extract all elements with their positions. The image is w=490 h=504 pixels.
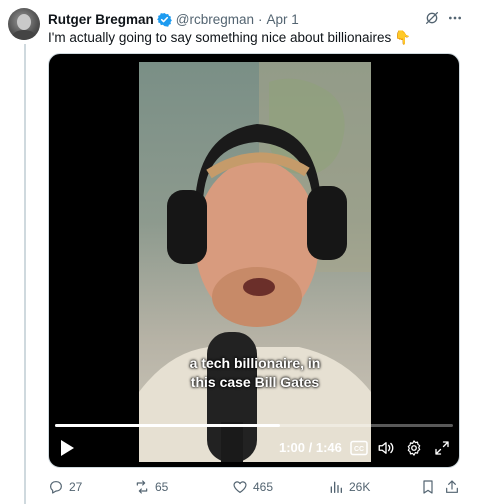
like-count: 465 [253,480,274,494]
author-handle[interactable]: @rcbregman [176,12,254,27]
reply-icon [50,481,62,494]
caption-line-2: this case Bill Gates [190,374,320,390]
reply-button[interactable]: 27 [48,476,82,498]
avatar-face [17,14,31,30]
repost-button[interactable]: 65 [134,476,168,498]
avatar-body [12,30,36,40]
views-chart-icon [330,481,342,493]
video-caption: a tech billionaire, in this case Bill Ga… [139,354,371,392]
bookmark-button[interactable] [420,476,441,498]
separator-dot: · [258,11,263,27]
share-button[interactable] [444,476,465,498]
heart-icon [233,481,247,493]
tweet-actions: 27 65 465 26K [48,476,460,498]
verified-badge-icon [156,12,172,27]
like-button[interactable]: 465 [232,476,273,498]
cc-label: CC [354,446,364,453]
bookmark-icon [423,480,433,494]
tweet-header: Rutger Bregman @rcbregman · Apr 1 [48,10,299,28]
settings-gear-icon[interactable] [405,439,423,457]
closed-captions-icon[interactable]: CC [350,440,368,456]
tweet-date[interactable]: Apr 1 [267,12,299,27]
repost-icon [136,480,148,494]
author-name[interactable]: Rutger Bregman [48,12,154,27]
grok-icon[interactable] [424,10,440,26]
volume-icon[interactable] [377,439,395,457]
view-count: 26K [349,480,371,494]
progress-bar[interactable] [55,424,453,427]
caption-line-1: a tech billionaire, in [189,355,321,371]
tweet-text: I'm actually going to say something nice… [48,30,411,46]
pointing-down-emoji: 👇 [394,30,412,45]
video-player[interactable]: a tech billionaire, in this case Bill Ga… [48,53,460,468]
video-time: 1:00 / 1:46 [279,440,342,455]
more-options-icon[interactable] [447,10,463,26]
video-frame[interactable]: a tech billionaire, in this case Bill Ga… [139,62,371,462]
repost-count: 65 [155,480,169,494]
avatar[interactable] [8,8,40,40]
tweet-body: I'm actually going to say something nice… [48,30,392,45]
progress-fill [55,424,281,427]
play-icon[interactable] [59,439,75,457]
thread-line [24,44,26,504]
video-frame-illustration [139,62,371,462]
reply-count: 27 [69,480,83,494]
share-icon [446,480,458,493]
fullscreen-icon[interactable] [433,439,451,457]
views-button[interactable]: 26K [328,476,370,498]
